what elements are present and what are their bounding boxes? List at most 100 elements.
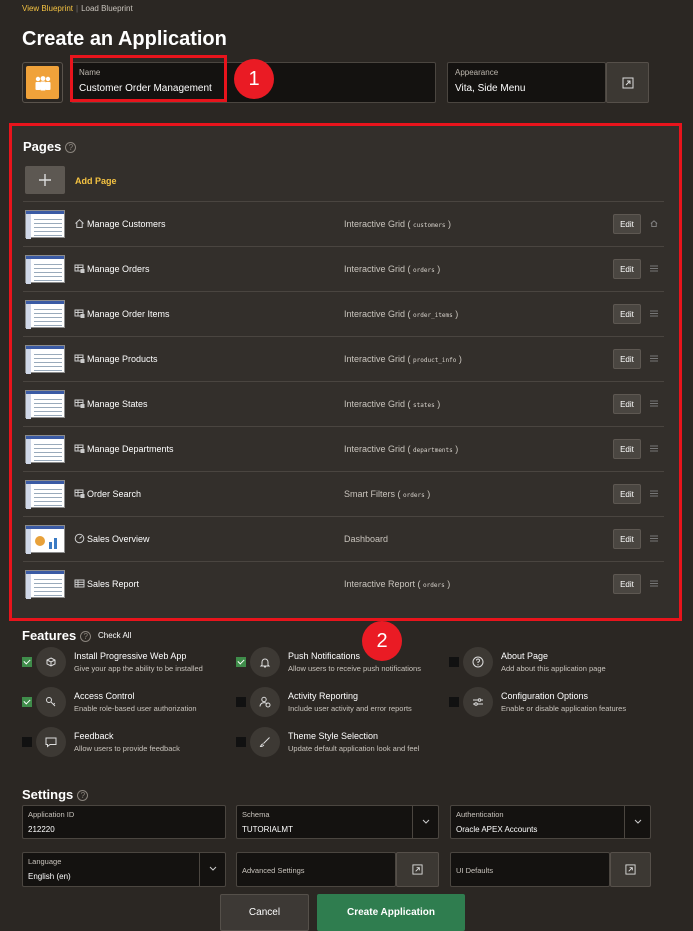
page-row[interactable]: Manage Order Items Interactive Grid ( or…: [23, 291, 664, 336]
ui-defaults-open-button[interactable]: [610, 852, 651, 887]
feature-option[interactable]: Activity Reporting Include user activity…: [236, 687, 436, 721]
chevron-down-icon: [422, 819, 430, 824]
breadcrumb-view-blueprint[interactable]: View Blueprint: [22, 4, 73, 13]
help-icon[interactable]: ?: [80, 631, 92, 643]
page-type: Interactive Grid ( product_info ): [344, 354, 462, 364]
page-row[interactable]: Manage Products Interactive Grid ( produ…: [23, 336, 664, 381]
edit-page-button[interactable]: Edit: [613, 214, 641, 234]
feature-description: Enable or disable application features: [501, 704, 627, 713]
feature-title: Theme Style Selection: [288, 731, 379, 741]
breadcrumb-separator: |: [76, 4, 79, 13]
feature-checkbox[interactable]: [236, 737, 246, 747]
drag-handle-icon[interactable]: [650, 444, 658, 453]
advanced-settings-label: Advanced Settings: [242, 866, 305, 875]
language-select[interactable]: Language English (en): [22, 852, 226, 887]
page-row[interactable]: Manage Departments Interactive Grid ( de…: [23, 426, 664, 471]
ui-defaults-field[interactable]: UI Defaults: [450, 852, 610, 887]
feature-title: Access Control: [74, 691, 135, 701]
feature-checkbox[interactable]: [22, 737, 32, 747]
application-id-value[interactable]: 212220: [28, 825, 55, 834]
drag-handle-icon[interactable]: [650, 264, 658, 273]
feature-title: Install Progressive Web App: [74, 651, 187, 661]
page-source-paren-open: (: [405, 309, 414, 319]
page-row[interactable]: Manage Customers Interactive Grid ( cust…: [23, 201, 664, 246]
feature-checkbox[interactable]: [449, 657, 459, 667]
chevron-down-icon: [634, 819, 642, 824]
feature-title: About Page: [501, 651, 549, 661]
page-source-paren-close: ): [424, 489, 431, 499]
add-page-button[interactable]: [25, 166, 65, 194]
feature-checkbox[interactable]: [449, 697, 459, 707]
page-source-paren-close: ): [452, 309, 459, 319]
authentication-value: Oracle APEX Accounts: [456, 825, 538, 834]
edit-page-button[interactable]: Edit: [613, 529, 641, 549]
page-type-label: Interactive Grid: [344, 444, 406, 454]
chevron-down-icon: [209, 866, 217, 871]
edit-page-button[interactable]: Edit: [613, 259, 641, 279]
app-icon-picker[interactable]: [22, 62, 63, 103]
page-type: Interactive Grid ( states ): [344, 399, 440, 409]
page-thumbnail: [25, 210, 65, 239]
add-page-link[interactable]: Add Page: [75, 176, 117, 186]
authentication-select[interactable]: Authentication Oracle APEX Accounts: [450, 805, 651, 839]
language-value: English (en): [28, 872, 71, 881]
page-row[interactable]: Manage Orders Interactive Grid ( orders …: [23, 246, 664, 291]
drag-handle-icon[interactable]: [650, 399, 658, 408]
cancel-button[interactable]: Cancel: [220, 894, 309, 931]
edit-page-button[interactable]: Edit: [613, 304, 641, 324]
feature-option[interactable]: Configuration Options Enable or disable …: [449, 687, 649, 721]
schema-value: TUTORIALMT: [242, 825, 293, 834]
edit-page-button[interactable]: Edit: [613, 349, 641, 369]
drag-handle-icon[interactable]: [650, 534, 658, 543]
edit-page-button[interactable]: Edit: [613, 484, 641, 504]
feature-title: Configuration Options: [501, 691, 589, 701]
feature-checkbox[interactable]: [22, 697, 32, 707]
application-id-field[interactable]: Application ID 212220: [22, 805, 226, 839]
page-row[interactable]: Manage States Interactive Grid ( states …: [23, 381, 664, 426]
page-thumbnail: [25, 525, 65, 554]
feature-checkbox[interactable]: [22, 657, 32, 667]
drag-handle-icon[interactable]: [650, 489, 658, 498]
create-application-button[interactable]: Create Application: [317, 894, 465, 931]
page-source-paren-open: (: [415, 579, 424, 589]
drag-handle-icon[interactable]: [650, 354, 658, 363]
feature-option[interactable]: Install Progressive Web App Give your ap…: [22, 647, 222, 681]
schema-label: Schema: [242, 810, 270, 819]
appearance-open-button[interactable]: [606, 62, 649, 103]
page-type-label: Smart Filters: [344, 489, 396, 499]
feature-option[interactable]: Access Control Enable role-based user au…: [22, 687, 222, 721]
page-type-label: Interactive Grid: [344, 354, 406, 364]
schema-select[interactable]: Schema TUTORIALMT: [236, 805, 439, 839]
drag-handle-icon[interactable]: [650, 309, 658, 318]
breadcrumb-load-blueprint[interactable]: Load Blueprint: [81, 4, 133, 13]
feature-option[interactable]: Feedback Allow users to provide feedback: [22, 727, 222, 761]
check-all-link[interactable]: Check All: [98, 631, 131, 640]
advanced-settings-field[interactable]: Advanced Settings: [236, 852, 396, 887]
page-name: Sales Overview: [87, 534, 150, 544]
feature-option[interactable]: Push Notifications Allow users to receiv…: [236, 647, 436, 681]
appearance-field-value: Vita, Side Menu: [455, 83, 526, 94]
page-row[interactable]: Sales Overview Dashboard Edit: [23, 516, 664, 561]
home-icon: [74, 218, 85, 229]
page-source-paren-close: ): [434, 399, 441, 409]
page-row[interactable]: Sales Report Interactive Report ( orders…: [23, 561, 664, 606]
page-source-paren-open: (: [405, 444, 414, 454]
key-icon: [36, 687, 66, 717]
page-source-paren-open: (: [395, 489, 404, 499]
page-row[interactable]: Order Search Smart Filters ( orders ) Ed…: [23, 471, 664, 516]
feature-option[interactable]: About Page Add about this application pa…: [449, 647, 649, 681]
open-dialog-icon: [625, 864, 636, 875]
edit-page-button[interactable]: Edit: [613, 439, 641, 459]
help-icon[interactable]: ?: [77, 790, 89, 802]
edit-page-button[interactable]: Edit: [613, 574, 641, 594]
drag-handle-icon[interactable]: [650, 579, 658, 588]
feature-option[interactable]: Theme Style Selection Update default app…: [236, 727, 436, 761]
edit-page-button[interactable]: Edit: [613, 394, 641, 414]
page-type-label: Interactive Grid: [344, 399, 406, 409]
user-activity-icon: [250, 687, 280, 717]
advanced-settings-open-button[interactable]: [396, 852, 439, 887]
feature-checkbox[interactable]: [236, 657, 246, 667]
feature-checkbox[interactable]: [236, 697, 246, 707]
help-icon[interactable]: ?: [65, 142, 77, 154]
appearance-field[interactable]: Appearance Vita, Side Menu: [447, 62, 606, 103]
